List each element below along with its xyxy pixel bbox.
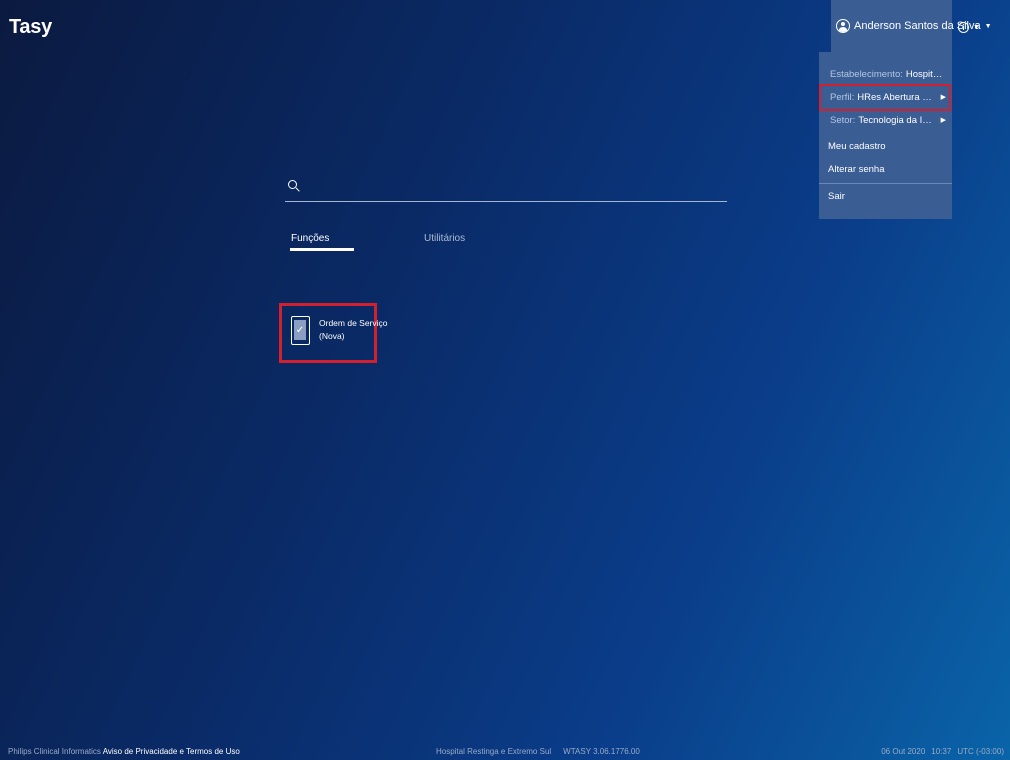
tab-utilities[interactable]: Utilitários [424, 233, 465, 244]
function-label-line1: Ordem de Serviço [319, 318, 388, 328]
search-input[interactable] [308, 180, 727, 193]
checklist-icon: ✓ [291, 316, 310, 345]
footer-privacy-link[interactable]: Aviso de Privacidade e Termos de Uso [103, 747, 240, 756]
sector-value: Tecnologia da Informação [858, 114, 936, 126]
menu-item-change-password[interactable]: Alterar senha [828, 164, 885, 175]
user-avatar-icon [836, 19, 850, 33]
active-tab-underline [290, 248, 354, 251]
chevron-right-icon: ▶ [940, 117, 946, 124]
menu-item-logout[interactable]: Sair [828, 191, 845, 202]
app-title: Tasy [9, 16, 52, 38]
menu-item-sector[interactable]: Setor: Tecnologia da Informação ▶ [830, 112, 946, 128]
footer-left: Philips Clinical Informatics Aviso de Pr… [8, 747, 240, 756]
establishment-value: Hospital Resting... [905, 68, 946, 80]
search-icon [288, 179, 302, 194]
footer-date: 06 Out 2020 [881, 747, 926, 756]
sector-label: Setor: [830, 114, 856, 126]
chevron-down-icon: ▼ [984, 22, 992, 30]
menu-divider [819, 183, 952, 184]
footer-company: Philips Clinical Informatics [8, 747, 101, 756]
tab-functions[interactable]: Funções [290, 233, 354, 251]
footer-time: 10:37 [931, 747, 952, 756]
check-mark-icon: ✓ [294, 320, 306, 340]
tab-functions-label: Funções [291, 233, 330, 244]
menu-item-establishment[interactable]: Estabelecimento: Hospital Resting... [830, 66, 946, 82]
tab-utilities-label: Utilitários [424, 233, 466, 244]
user-dropdown-menu: Estabelecimento: Hospital Resting... Per… [819, 52, 952, 219]
profile-highlight-box [819, 84, 951, 111]
menu-item-my-registration[interactable]: Meu cadastro [828, 141, 886, 152]
user-menu-button[interactable]: Anderson Santos da Silva ▼ [831, 0, 992, 52]
function-tile-label: Ordem de Serviço (Nova) [319, 317, 388, 343]
footer-timezone: UTC (-03:00) [957, 747, 1004, 756]
search-bar [285, 172, 727, 202]
info-menu-button[interactable]: i ▼ [958, 22, 980, 33]
info-icon: i [958, 22, 969, 33]
chevron-down-icon: ▼ [973, 24, 980, 31]
footer-version: WTASY 3.06.1776.00 [563, 747, 640, 756]
footer-center: Hospital Restinga e Extremo Sul WTASY 3.0… [436, 747, 640, 756]
function-tile-service-order[interactable]: ✓ Ordem de Serviço (Nova) [279, 303, 388, 363]
function-label-line2: (Nova) [319, 331, 345, 341]
footer-right: 06 Out 2020 10:37 UTC (-03:00) [881, 747, 1004, 756]
footer-hospital: Hospital Restinga e Extremo Sul [436, 747, 552, 756]
establishment-label: Estabelecimento: [830, 68, 903, 80]
